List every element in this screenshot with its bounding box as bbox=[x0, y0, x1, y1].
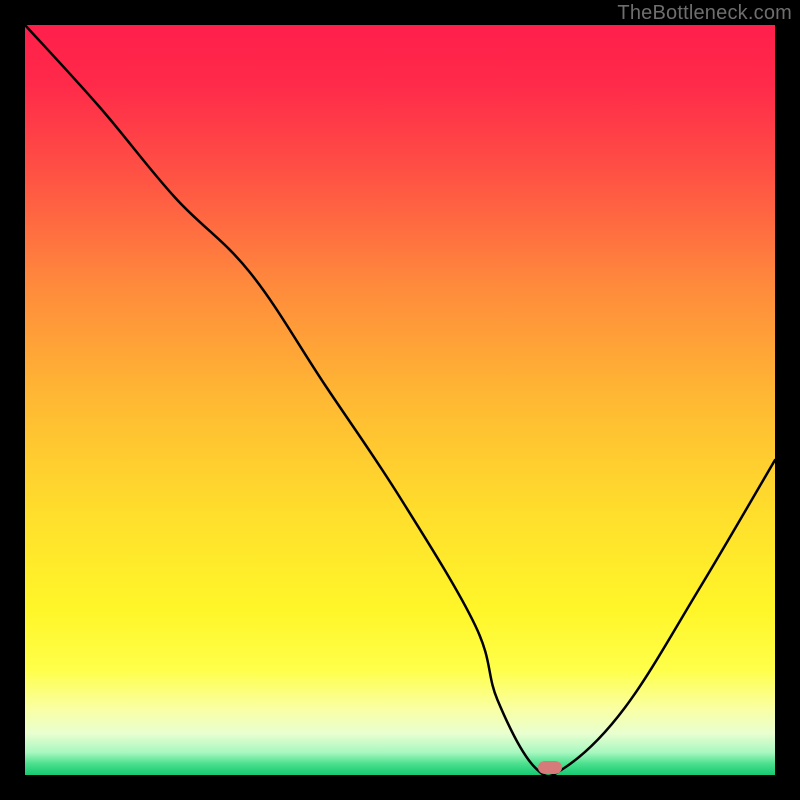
plot-area bbox=[25, 25, 775, 775]
gradient-background bbox=[25, 25, 775, 775]
marker-pill bbox=[538, 761, 562, 774]
chart-svg bbox=[25, 25, 775, 775]
chart-frame: TheBottleneck.com bbox=[0, 0, 800, 800]
watermark-text: TheBottleneck.com bbox=[617, 2, 792, 25]
